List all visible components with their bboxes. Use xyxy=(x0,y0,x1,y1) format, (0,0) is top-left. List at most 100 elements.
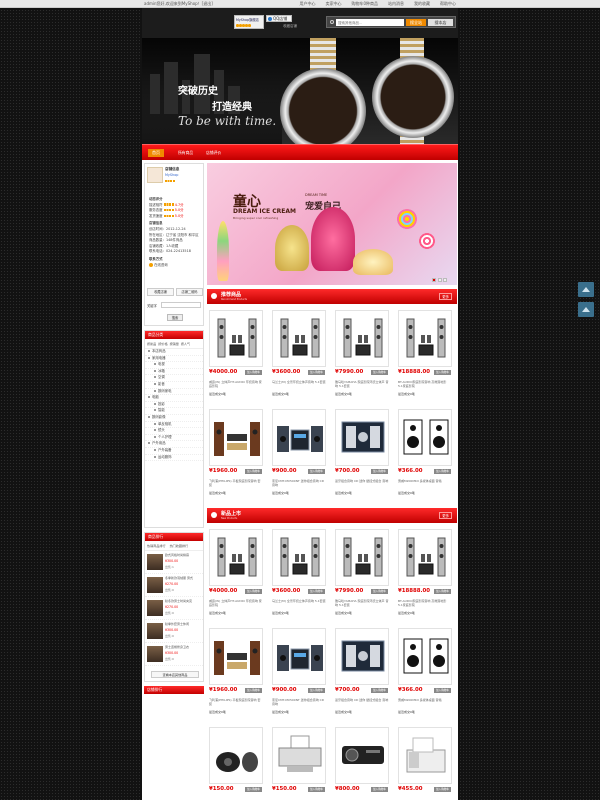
add-to-cart-button[interactable]: 加入购物车 xyxy=(245,787,262,792)
keyword-input[interactable] xyxy=(161,302,201,308)
nav-home[interactable]: 首页 xyxy=(148,149,164,157)
category-item[interactable]: 户外装备 xyxy=(145,448,203,455)
product-card[interactable]: ¥4000.00 加入购物车 威霸(W) 立体声HT-AUDIO 环绕音响 家庭影院… xyxy=(207,526,265,620)
fax-machine-icon[interactable] xyxy=(398,727,452,784)
product-card[interactable]: ¥800.00 加入购物车 xyxy=(333,724,391,800)
add-to-cart-button[interactable]: 加入购物车 xyxy=(434,787,451,792)
product-card[interactable]: ¥700.00 加入购物车 蓝牙组合音响 CD 迷你 壁挂式组合 音响 最近成交0笔 xyxy=(333,406,391,500)
product-card[interactable]: ¥900.00 加入购物车 索尼CMT-MX500NT 迷你组合音响 CD 音响 最近… xyxy=(270,406,328,500)
bookshelf-speaker-icon[interactable] xyxy=(398,628,452,685)
top-link-cart[interactable]: 购物车0种商品 xyxy=(351,1,378,7)
product-name[interactable]: BT-AUDIO家庭影院音响 高端落地影 5.1家庭影院 xyxy=(398,380,452,388)
scroll-up-icon[interactable] xyxy=(578,302,594,317)
add-to-cart-button[interactable]: 加入购物车 xyxy=(434,469,451,474)
top-link-favorites[interactable]: 我的收藏 xyxy=(414,1,430,7)
add-to-cart-button[interactable]: 加入购物车 xyxy=(245,589,262,594)
speaker-set-icon[interactable] xyxy=(209,310,263,367)
add-to-cart-button[interactable]: 加入购物车 xyxy=(434,589,451,594)
product-card[interactable]: ¥7990.00 加入购物车 雅马哈YAMAHA 家庭影院环绕立体声 音响 5.1套… xyxy=(333,526,391,620)
add-to-cart-button[interactable]: 加入购物车 xyxy=(308,787,325,792)
speaker-set-icon[interactable] xyxy=(272,310,326,367)
product-card[interactable]: ¥150.00 加入购物车 xyxy=(207,724,265,800)
product-name[interactable]: 马兰士(M) 全景环绕立体声音响 5.1套装 xyxy=(272,599,326,607)
product-name[interactable]: 雅马哈YAMAHA 家庭影院环绕立体声 音响 5.1套装 xyxy=(335,599,389,607)
product-card[interactable]: ¥366.00 加入购物车 惠威M200MKII 多媒体桌面 音箱 最近成交0笔 xyxy=(396,406,454,500)
search-all-button[interactable]: 搜全站 xyxy=(406,19,426,26)
category-item[interactable]: 个人护理 xyxy=(145,435,203,442)
sort-new[interactable]: 按新品 xyxy=(147,341,156,346)
nav-reviews[interactable]: 店铺评价 xyxy=(206,150,221,156)
category-item[interactable]: 单反相机 xyxy=(145,422,203,429)
search-input[interactable] xyxy=(336,19,404,26)
category-item[interactable]: 投影 xyxy=(145,402,203,409)
qrcode-button[interactable]: 店铺二维码 xyxy=(176,288,203,296)
add-to-cart-button[interactable]: 加入购物车 xyxy=(245,370,262,375)
product-card[interactable]: ¥700.00 加入购物车 蓝牙组合音响 CD 迷你 壁挂式组合 音响 最近成交0笔 xyxy=(333,625,391,719)
tab-hot-favorites[interactable]: 热门收藏排行 xyxy=(170,543,189,548)
product-name[interactable]: 威霸(W) 立体声HT-AUDIO 环绕音响 家庭影院 xyxy=(209,599,263,607)
add-to-cart-button[interactable]: 加入购物车 xyxy=(308,469,325,474)
product-name[interactable]: 索尼CMT-MX500NT 迷你组合音响 CD 音响 xyxy=(272,698,326,706)
product-card[interactable]: ¥366.00 加入购物车 惠威M200MKII 多媒体桌面 音箱 最近成交0笔 xyxy=(396,625,454,719)
wall-system-icon[interactable] xyxy=(335,409,389,466)
add-to-cart-button[interactable]: 加入购物车 xyxy=(308,688,325,693)
product-card[interactable]: ¥1960.00 加入购物车 飞利浦(PHILIPS) 平板家庭影院音响 套装 最近成… xyxy=(207,625,265,719)
speaker-set-icon[interactable] xyxy=(398,529,452,586)
product-card[interactable]: ¥18888.00 加入购物车 BT-AUDIO家庭影院音响 高端落地影 5.1家庭… xyxy=(396,526,454,620)
promo-slider[interactable]: 童心 DREAM TIME 宠爱自己 DREAM ICE CREAM Bring… xyxy=(207,163,457,285)
top-link-messages[interactable]: 站内消息 xyxy=(388,1,404,7)
speaker-set-icon[interactable] xyxy=(335,529,389,586)
category-item[interactable]: 电脑 xyxy=(145,395,203,402)
sort-popular[interactable]: 按人气 xyxy=(181,341,190,346)
top-link-user-center[interactable]: 用户中心 xyxy=(299,1,315,7)
category-item[interactable]: 影音 xyxy=(145,382,203,389)
add-to-cart-button[interactable]: 加入购物车 xyxy=(245,688,262,693)
add-to-cart-button[interactable]: 加入购物车 xyxy=(434,370,451,375)
product-name[interactable]: 蓝牙组合音响 CD 迷你 壁挂式组合 音响 xyxy=(335,479,389,487)
search-store-button[interactable]: 搜本店 xyxy=(428,19,453,26)
category-item[interactable]: 空调 xyxy=(145,375,203,382)
wall-system-icon[interactable] xyxy=(335,628,389,685)
add-to-cart-button[interactable]: 加入购物车 xyxy=(371,469,388,474)
product-card[interactable]: ¥150.00 加入购物车 xyxy=(270,724,328,800)
micro-system-icon[interactable] xyxy=(272,409,326,466)
hifi-system-icon[interactable] xyxy=(209,628,263,685)
product-name[interactable]: 飞利浦(PHILIPS) 平板家庭影院音响 套装 xyxy=(209,698,263,706)
desktop-speaker-icon[interactable] xyxy=(209,727,263,784)
product-name[interactable]: 索尼CMT-MX500NT 迷你组合音响 CD 音响 xyxy=(272,479,326,487)
category-item[interactable]: 家用电器 xyxy=(145,356,203,363)
back-to-top-icon[interactable] xyxy=(578,282,594,297)
slider-dot[interactable] xyxy=(432,278,436,282)
add-to-cart-button[interactable]: 加入购物车 xyxy=(308,589,325,594)
hifi-system-icon[interactable] xyxy=(209,409,263,466)
product-name[interactable]: 威霸(W) 立体声HT-AUDIO 环绕音响 家庭影院 xyxy=(209,380,263,388)
top-link-seller-center[interactable]: 卖家中心 xyxy=(325,1,341,7)
add-to-cart-button[interactable]: 加入购物车 xyxy=(371,370,388,375)
product-name[interactable]: 马兰士(M) 全景环绕立体声音响 5.1套装 xyxy=(272,380,326,388)
category-item[interactable]: 运动服饰 xyxy=(145,455,203,462)
product-card[interactable]: ¥18888.00 加入购物车 BT-AUDIO家庭影院音响 高端落地影 5.1家庭… xyxy=(396,307,454,401)
add-to-cart-button[interactable]: 加入购物车 xyxy=(245,469,262,474)
slider-dot[interactable] xyxy=(443,278,447,282)
shop-info-box[interactable]: MyShop旗舰店 xyxy=(234,15,264,29)
product-name[interactable]: 雅马哈YAMAHA 家庭影院环绕立体声 音响 5.1套装 xyxy=(335,380,389,388)
category-item[interactable]: 数码家电 xyxy=(145,389,203,396)
add-to-cart-button[interactable]: 加入购物车 xyxy=(371,589,388,594)
category-item[interactable]: 户外用品 xyxy=(145,441,203,448)
section-more-link[interactable]: 更多 xyxy=(439,512,452,519)
shop-search-button[interactable]: 搜索 xyxy=(167,314,183,321)
ranking-item[interactable]: 欧式风格时尚棉麻 ¥300.00 出售:1 xyxy=(145,551,203,574)
ranking-item[interactable]: 男士连帽修身卫衣 ¥300.00 出售:0 xyxy=(145,643,203,666)
product-name[interactable]: 惠威M200MKII 多媒体桌面 音箱 xyxy=(398,698,452,706)
ranking-item[interactable]: 秋季外套男士休闲 ¥300.00 出售:0 xyxy=(145,620,203,643)
speaker-set-icon[interactable] xyxy=(398,310,452,367)
add-to-cart-button[interactable]: 加入购物车 xyxy=(308,370,325,375)
collect-shop-button[interactable]: 收藏店铺 xyxy=(147,288,174,296)
product-card[interactable]: ¥900.00 加入购物车 索尼CMT-MX500NT 迷你组合音响 CD 音响 最近… xyxy=(270,625,328,719)
product-card[interactable]: ¥1960.00 加入购物车 飞利浦(PHILIPS) 平板家庭影院音响 套装 最近成… xyxy=(207,406,265,500)
category-item[interactable]: 数码影像 xyxy=(145,415,203,422)
sort-sales[interactable]: 按销量 xyxy=(170,341,179,346)
product-card[interactable]: ¥455.00 加入购物车 xyxy=(396,724,454,800)
category-item[interactable]: 电视 xyxy=(145,362,203,369)
product-name[interactable]: 蓝牙组合音响 CD 迷你 壁挂式组合 音响 xyxy=(335,698,389,706)
